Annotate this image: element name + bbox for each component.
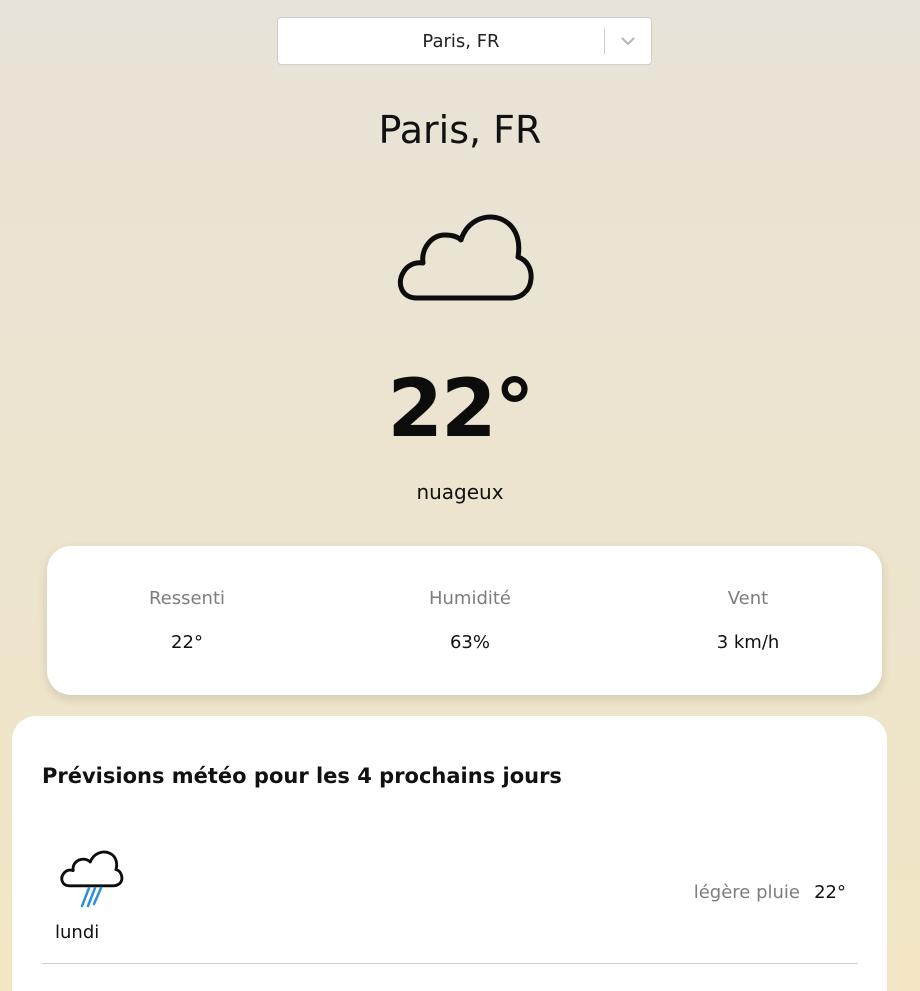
current-temperature: 22° [387,362,534,455]
stat-value: 22° [171,632,203,653]
cloud-icon [395,205,535,305]
stat-value: 3 km/h [716,632,780,653]
chevron-down-icon[interactable] [605,18,651,64]
city-select[interactable]: Paris, FR [277,17,652,65]
rain-cloud-icon [60,844,126,910]
forecast-row: lundi légère pluie 22° [42,836,858,964]
stat-label: Vent [727,588,769,609]
stat-label: Humidité [428,588,512,609]
forecast-title: Prévisions météo pour les 4 prochains jo… [42,764,562,788]
stats-card: Ressenti 22° Humidité 63% Vent 3 km/h [47,546,882,695]
forecast-temperature: 22° [814,882,846,903]
stat-value: 63% [449,632,490,653]
forecast-card: Prévisions météo pour les 4 prochains jo… [12,716,887,991]
city-title: Paris, FR [378,108,542,152]
stat-label: Ressenti [148,588,226,609]
forecast-day: lundi [55,922,100,943]
weather-description: nuageux [416,480,504,504]
forecast-description: légère pluie [693,882,800,903]
city-select-value: Paris, FR [422,30,500,52]
